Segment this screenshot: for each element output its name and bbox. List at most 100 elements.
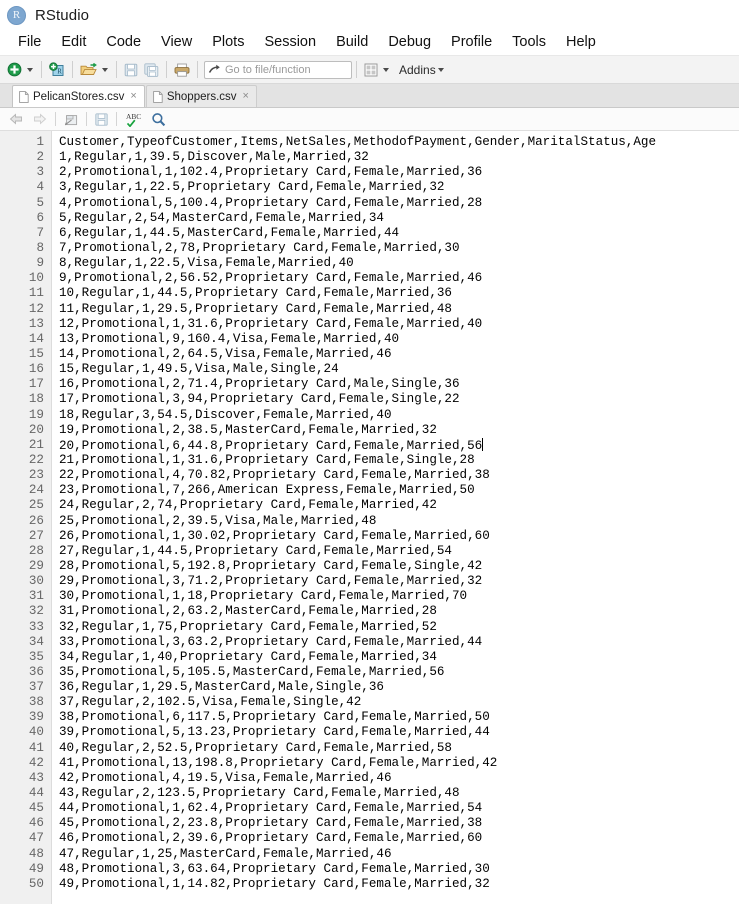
new-file-plus-icon[interactable]: [4, 59, 25, 81]
close-icon[interactable]: ×: [243, 91, 249, 102]
code-line[interactable]: 5,Regular,2,54,MasterCard,Female,Married…: [59, 211, 739, 226]
spellcheck-abc-icon[interactable]: ABC: [121, 110, 147, 128]
code-line[interactable]: 19,Promotional,2,38.5,MasterCard,Female,…: [59, 423, 739, 438]
code-line[interactable]: 20,Promotional,6,44.8,Proprietary Card,F…: [59, 437, 739, 453]
code-line[interactable]: 40,Regular,2,52.5,Proprietary Card,Femal…: [59, 741, 739, 756]
code-line[interactable]: 11,Regular,1,29.5,Proprietary Card,Femal…: [59, 302, 739, 317]
code-line[interactable]: 13,Promotional,9,160.4,Visa,Female,Marri…: [59, 332, 739, 347]
line-number: 9: [36, 256, 44, 271]
source-tab-strip: PelicanStores.csv × Shoppers.csv ×: [0, 84, 739, 108]
code-line[interactable]: 18,Regular,3,54.5,Discover,Female,Marrie…: [59, 408, 739, 423]
code-line[interactable]: 26,Promotional,1,30.02,Proprietary Card,…: [59, 529, 739, 544]
code-line[interactable]: 38,Promotional,6,117.5,Proprietary Card,…: [59, 710, 739, 725]
save-icon[interactable]: [91, 110, 112, 128]
menu-item-help[interactable]: Help: [556, 32, 606, 53]
code-text-area[interactable]: Customer,TypeofCustomer,Items,NetSales,M…: [52, 131, 739, 904]
code-line[interactable]: 22,Promotional,4,70.82,Proprietary Card,…: [59, 468, 739, 483]
code-line[interactable]: 34,Regular,1,40,Proprietary Card,Female,…: [59, 650, 739, 665]
code-line-text: 43,Regular,2,123.5,Proprietary Card,Fema…: [59, 786, 460, 801]
menu-item-plots[interactable]: Plots: [202, 32, 254, 53]
show-in-new-window-icon[interactable]: [60, 110, 82, 128]
code-line[interactable]: Customer,TypeofCustomer,Items,NetSales,M…: [59, 135, 739, 150]
code-line[interactable]: 12,Promotional,1,31.6,Proprietary Card,F…: [59, 317, 739, 332]
code-line-text: 19,Promotional,2,38.5,MasterCard,Female,…: [59, 422, 437, 437]
line-number: 31: [28, 589, 44, 604]
back-arrow-icon[interactable]: [5, 110, 28, 128]
code-line[interactable]: 30,Promotional,1,18,Proprietary Card,Fem…: [59, 589, 739, 604]
save-icon[interactable]: [121, 59, 141, 81]
addins-dropdown-caret-icon[interactable]: [437, 67, 444, 72]
save-all-icon[interactable]: [141, 59, 162, 81]
code-line[interactable]: 16,Promotional,2,71.4,Proprietary Card,M…: [59, 377, 739, 392]
workspace-panes-icon[interactable]: [361, 59, 381, 81]
code-line[interactable]: 49,Promotional,1,14.82,Proprietary Card,…: [59, 877, 739, 892]
menu-item-code[interactable]: Code: [96, 32, 151, 53]
new-file-dropdown-caret-icon[interactable]: [27, 67, 33, 72]
source-editor[interactable]: 1 2 3 4 5 6 7 8 9 10 11 12 13 14 15 16 17 18 19 20 21 22 23 24 2…: [0, 131, 739, 904]
code-line-text: 31,Promotional,2,63.2,MasterCard,Female,…: [59, 604, 437, 619]
code-line[interactable]: 45,Promotional,2,23.8,Proprietary Card,F…: [59, 816, 739, 831]
code-line[interactable]: 44,Promotional,1,62.4,Proprietary Card,F…: [59, 801, 739, 816]
code-line[interactable]: 8,Regular,1,22.5,Visa,Female,Married,40: [59, 256, 739, 271]
find-magnifier-icon[interactable]: [147, 110, 170, 128]
code-line[interactable]: 10,Regular,1,44.5,Proprietary Card,Femal…: [59, 286, 739, 301]
code-line-text: 45,Promotional,2,23.8,Proprietary Card,F…: [59, 816, 483, 831]
code-line[interactable]: 21,Promotional,1,31.6,Proprietary Card,F…: [59, 453, 739, 468]
code-line[interactable]: 32,Regular,1,75,Proprietary Card,Female,…: [59, 620, 739, 635]
code-line[interactable]: 35,Promotional,5,105.5,MasterCard,Female…: [59, 665, 739, 680]
code-line[interactable]: 42,Promotional,4,19.5,Visa,Female,Marrie…: [59, 771, 739, 786]
menu-item-debug[interactable]: Debug: [378, 32, 441, 53]
app-title: RStudio: [35, 6, 90, 24]
new-project-icon[interactable]: R: [46, 59, 68, 81]
code-line-text: 32,Regular,1,75,Proprietary Card,Female,…: [59, 619, 437, 634]
menu-item-session[interactable]: Session: [254, 32, 326, 53]
source-tab-pelicanstores[interactable]: PelicanStores.csv ×: [12, 85, 145, 107]
code-line[interactable]: 29,Promotional,3,71.2,Proprietary Card,F…: [59, 574, 739, 589]
menu-item-build[interactable]: Build: [326, 32, 378, 53]
code-line[interactable]: 7,Promotional,2,78,Proprietary Card,Fema…: [59, 241, 739, 256]
code-line[interactable]: 36,Regular,1,29.5,MasterCard,Male,Single…: [59, 680, 739, 695]
forward-arrow-icon[interactable]: [28, 110, 51, 128]
rstudio-logo-icon: R: [7, 5, 26, 25]
code-line[interactable]: 48,Promotional,3,63.64,Proprietary Card,…: [59, 862, 739, 877]
close-icon[interactable]: ×: [130, 91, 136, 102]
code-line[interactable]: 6,Regular,1,44.5,MasterCard,Female,Marri…: [59, 226, 739, 241]
code-line-text: 35,Promotional,5,105.5,MasterCard,Female…: [59, 664, 445, 679]
code-line[interactable]: 41,Promotional,13,198.8,Proprietary Card…: [59, 756, 739, 771]
code-line[interactable]: 47,Regular,1,25,MasterCard,Female,Marrie…: [59, 847, 739, 862]
code-line[interactable]: 3,Regular,1,22.5,Proprietary Card,Female…: [59, 180, 739, 195]
code-line-text: 34,Regular,1,40,Proprietary Card,Female,…: [59, 649, 437, 664]
code-line[interactable]: 4,Promotional,5,100.4,Proprietary Card,F…: [59, 196, 739, 211]
menu-item-tools[interactable]: Tools: [502, 32, 556, 53]
print-icon[interactable]: [171, 59, 193, 81]
menu-item-view[interactable]: View: [151, 32, 202, 53]
code-line[interactable]: 43,Regular,2,123.5,Proprietary Card,Fema…: [59, 786, 739, 801]
code-line[interactable]: 17,Promotional,3,94,Proprietary Card,Fem…: [59, 392, 739, 407]
code-line[interactable]: 23,Promotional,7,266,American Express,Fe…: [59, 483, 739, 498]
code-line[interactable]: 28,Promotional,5,192.8,Proprietary Card,…: [59, 559, 739, 574]
panes-dropdown-caret-icon[interactable]: [383, 67, 389, 72]
code-line[interactable]: 25,Promotional,2,39.5,Visa,Male,Married,…: [59, 514, 739, 529]
code-line[interactable]: 39,Promotional,5,13.23,Proprietary Card,…: [59, 725, 739, 740]
menu-item-edit[interactable]: Edit: [51, 32, 96, 53]
code-line[interactable]: 27,Regular,1,44.5,Proprietary Card,Femal…: [59, 544, 739, 559]
menu-item-profile[interactable]: Profile: [441, 32, 502, 53]
code-line[interactable]: 31,Promotional,2,63.2,MasterCard,Female,…: [59, 604, 739, 619]
open-folder-icon[interactable]: [77, 59, 100, 81]
code-line[interactable]: 14,Promotional,2,64.5,Visa,Female,Marrie…: [59, 347, 739, 362]
menu-item-file[interactable]: File: [8, 32, 51, 53]
line-number: 22: [28, 452, 44, 467]
code-line[interactable]: 37,Regular,2,102.5,Visa,Female,Single,42: [59, 695, 739, 710]
code-line[interactable]: 24,Regular,2,74,Proprietary Card,Female,…: [59, 498, 739, 513]
code-line[interactable]: 1,Regular,1,39.5,Discover,Male,Married,3…: [59, 150, 739, 165]
addins-label[interactable]: Addins: [399, 63, 436, 77]
code-line[interactable]: 46,Promotional,2,39.6,Proprietary Card,F…: [59, 831, 739, 846]
goto-file-function-input[interactable]: Go to file/function: [204, 60, 352, 79]
source-tab-shoppers[interactable]: Shoppers.csv ×: [145, 85, 257, 107]
code-line-text: 1,Regular,1,39.5,Discover,Male,Married,3…: [59, 150, 369, 165]
code-line[interactable]: 33,Promotional,3,63.2,Proprietary Card,F…: [59, 635, 739, 650]
code-line[interactable]: 2,Promotional,1,102.4,Proprietary Card,F…: [59, 165, 739, 180]
code-line[interactable]: 9,Promotional,2,56.52,Proprietary Card,F…: [59, 271, 739, 286]
code-line[interactable]: 15,Regular,1,49.5,Visa,Male,Single,24: [59, 362, 739, 377]
open-file-dropdown-caret-icon[interactable]: [102, 67, 108, 72]
